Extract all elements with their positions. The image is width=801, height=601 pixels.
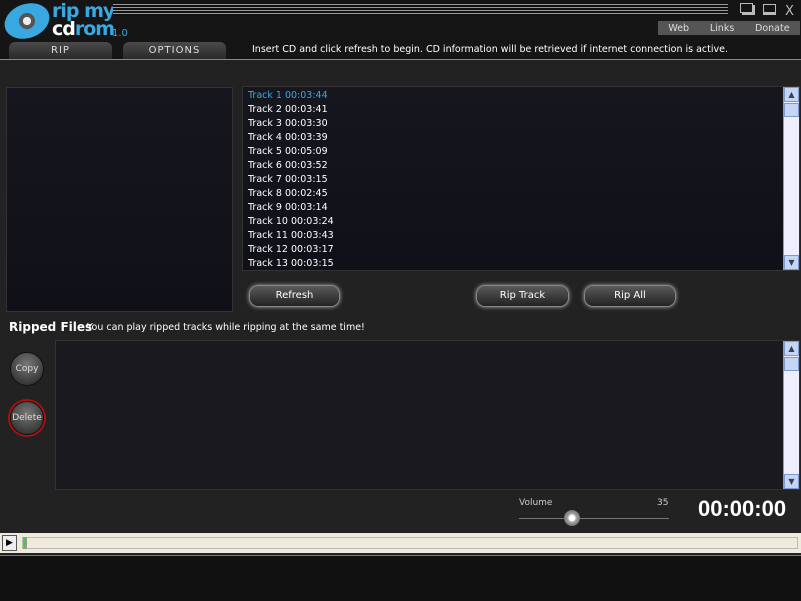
tab-rip[interactable]: RIP bbox=[9, 42, 112, 59]
track-item[interactable]: Track 7 00:03:15 bbox=[248, 173, 799, 187]
time-display: 00:00:00 bbox=[698, 496, 787, 521]
scroll-up-icon[interactable]: ▲ bbox=[784, 341, 799, 356]
tab-options[interactable]: OPTIONS bbox=[123, 42, 226, 59]
play-icon[interactable]: ▶ bbox=[2, 535, 17, 551]
title-bar-drag[interactable] bbox=[113, 4, 728, 16]
close-button[interactable]: X bbox=[785, 4, 794, 19]
links-bar: Web Links Donate bbox=[658, 21, 800, 35]
track-item[interactable]: Track 8 00:02:45 bbox=[248, 187, 799, 201]
rip-track-button[interactable]: Rip Track bbox=[476, 285, 569, 307]
track-item[interactable]: Track 6 00:03:52 bbox=[248, 159, 799, 173]
version: 1.0 bbox=[112, 28, 128, 39]
ripped-files-list[interactable]: ▲ ▼ bbox=[55, 340, 800, 490]
link-links[interactable]: Links bbox=[710, 23, 734, 34]
delete-button[interactable]: Delete bbox=[10, 401, 44, 435]
minimize-icon[interactable] bbox=[763, 4, 776, 15]
track-item[interactable]: Track 13 00:03:15 bbox=[248, 257, 799, 271]
volume-label: Volume bbox=[519, 498, 553, 508]
copy-button[interactable]: Copy bbox=[10, 352, 44, 386]
seek-bar-area: ▶ bbox=[0, 533, 801, 553]
ripped-hint: You can play ripped tracks while ripping… bbox=[87, 322, 365, 333]
restore-icon[interactable] bbox=[740, 3, 753, 13]
scroll-up-icon[interactable]: ▲ bbox=[784, 87, 799, 102]
seek-handle[interactable] bbox=[23, 537, 27, 549]
link-donate[interactable]: Donate bbox=[755, 23, 790, 34]
track-item[interactable]: Track 3 00:03:30 bbox=[248, 117, 799, 131]
status-area bbox=[0, 555, 801, 601]
track-list-scrollbar[interactable]: ▲ ▼ bbox=[783, 87, 799, 270]
rip-all-button[interactable]: Rip All bbox=[584, 285, 676, 307]
volume-value: 35 bbox=[657, 498, 669, 508]
track-item[interactable]: Track 4 00:03:39 bbox=[248, 131, 799, 145]
link-web[interactable]: Web bbox=[668, 23, 689, 34]
logo: rip my cdrom bbox=[52, 0, 115, 40]
scroll-thumb[interactable] bbox=[784, 357, 799, 371]
scroll-down-icon[interactable]: ▼ bbox=[784, 474, 799, 489]
track-item[interactable]: Track 11 00:03:43 bbox=[248, 229, 799, 243]
ripped-list-scrollbar[interactable]: ▲ ▼ bbox=[783, 341, 799, 489]
ripped-files-title: Ripped Files bbox=[9, 320, 93, 334]
scroll-down-icon[interactable]: ▼ bbox=[784, 255, 799, 270]
track-item[interactable]: Track 10 00:03:24 bbox=[248, 215, 799, 229]
track-item[interactable]: Track 12 00:03:17 bbox=[248, 243, 799, 257]
track-item[interactable]: Track 2 00:03:41 bbox=[248, 103, 799, 117]
volume-slider[interactable] bbox=[519, 518, 669, 519]
track-list[interactable]: Track 1 00:03:44 Track 2 00:03:41 Track 3 … bbox=[242, 86, 800, 271]
track-item[interactable]: Track 5 00:05:09 bbox=[248, 145, 799, 159]
seek-slider[interactable] bbox=[22, 537, 798, 549]
refresh-button[interactable]: Refresh bbox=[249, 285, 340, 307]
scroll-thumb[interactable] bbox=[784, 103, 799, 117]
info-text: Insert CD and click refresh to begin. CD… bbox=[252, 44, 728, 55]
track-item[interactable]: Track 1 00:03:44 bbox=[248, 89, 799, 103]
volume-knob[interactable] bbox=[563, 510, 580, 526]
track-item[interactable]: Track 9 00:03:14 bbox=[248, 201, 799, 215]
album-art-panel bbox=[6, 87, 233, 312]
